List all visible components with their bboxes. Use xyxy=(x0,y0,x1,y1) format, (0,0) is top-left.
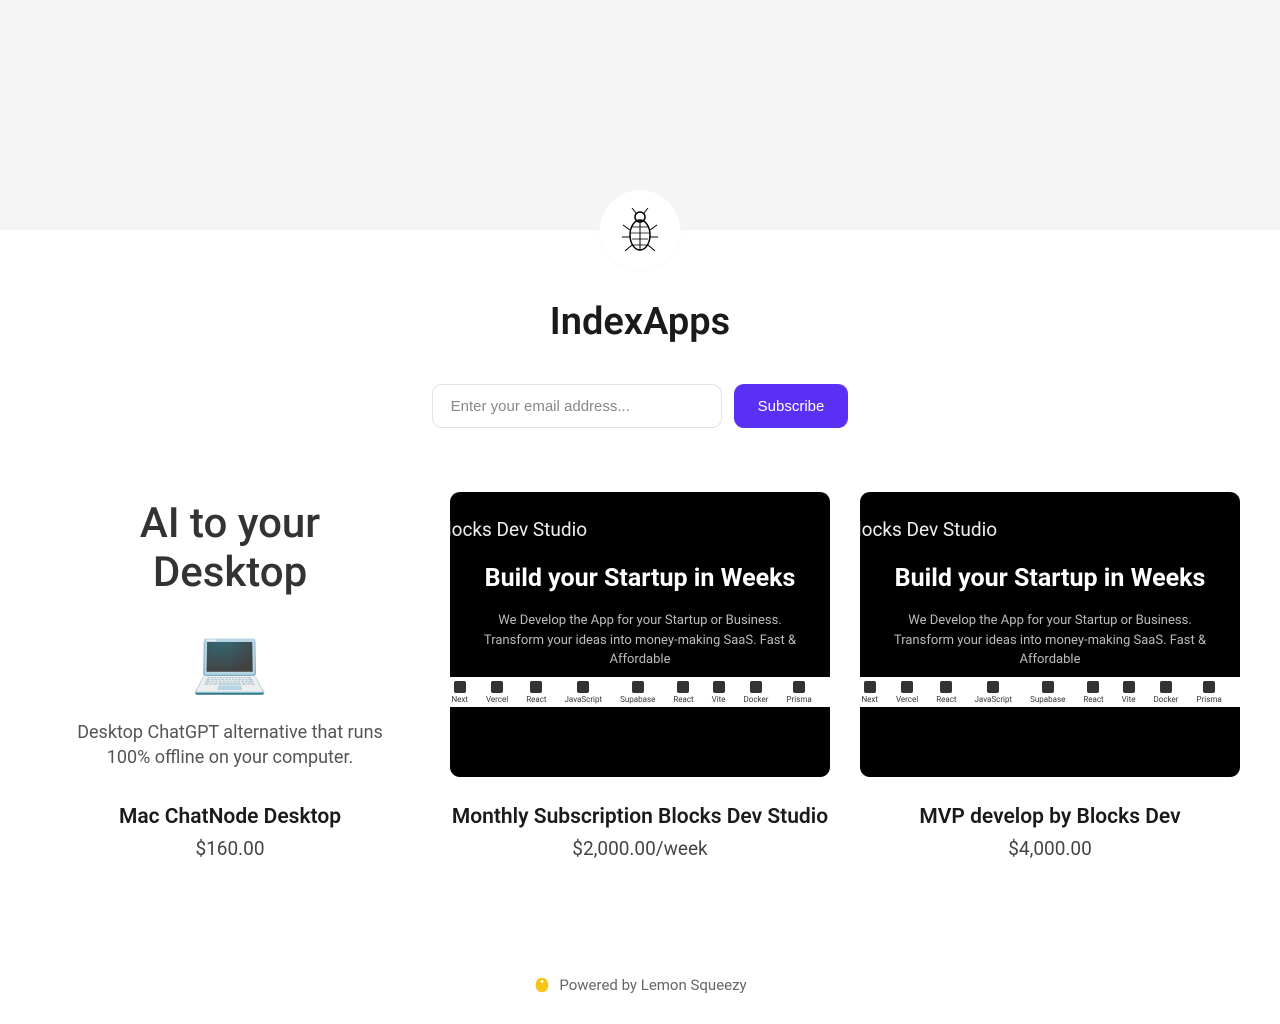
card-desc: We Develop the App for your Startup or B… xyxy=(870,611,1230,670)
beetle-icon xyxy=(620,205,660,255)
subscribe-form: Subscribe xyxy=(0,384,1280,428)
card-headline: Build your Startup in Weeks xyxy=(485,564,796,593)
card-desc: We Develop the App for your Startup or B… xyxy=(460,611,820,670)
studio-label: locks Dev Studio xyxy=(450,518,587,541)
tech-strip: icon OpenAI Next Vercel React JavaScript… xyxy=(450,677,830,707)
product-title: MVP develop by Blocks Dev xyxy=(860,805,1240,829)
hero-banner xyxy=(0,0,1280,230)
card-headline: Build your Startup in Weeks xyxy=(895,564,1206,593)
product-image: AI to your Desktop 💻 Desktop ChatGPT alt… xyxy=(40,492,420,777)
laptop-icon: 💻 xyxy=(191,625,268,698)
product-grid: AI to your Desktop 💻 Desktop ChatGPT alt… xyxy=(0,492,1280,860)
product-card[interactable]: locks Dev Studio Build your Startup in W… xyxy=(860,492,1240,860)
studio-label: locks Dev Studio xyxy=(860,518,997,541)
card-headline: AI to your Desktop xyxy=(60,499,400,597)
product-card[interactable]: AI to your Desktop 💻 Desktop ChatGPT alt… xyxy=(40,492,420,860)
product-image: locks Dev Studio Build your Startup in W… xyxy=(860,492,1240,777)
lemon-icon xyxy=(533,976,551,994)
brand-logo xyxy=(600,190,680,270)
product-image: locks Dev Studio Build your Startup in W… xyxy=(450,492,830,777)
brand-title: IndexApps xyxy=(0,300,1280,344)
tech-strip: icon OpenAI Next Vercel React JavaScript… xyxy=(860,677,1240,707)
product-price: $160.00 xyxy=(40,837,420,860)
product-title: Mac ChatNode Desktop xyxy=(40,805,420,829)
footer[interactable]: Powered by Lemon Squeezy xyxy=(0,976,1280,994)
card-desc: Desktop ChatGPT alternative that runs 10… xyxy=(60,720,400,770)
email-field[interactable] xyxy=(432,384,722,428)
product-title: Monthly Subscription Blocks Dev Studio xyxy=(450,805,830,829)
product-card[interactable]: locks Dev Studio Build your Startup in W… xyxy=(450,492,830,860)
subscribe-button[interactable]: Subscribe xyxy=(734,384,849,428)
product-price: $2,000.00/week xyxy=(450,837,830,860)
main-content: IndexApps Subscribe AI to your Desktop 💻… xyxy=(0,230,1280,860)
footer-text: Powered by Lemon Squeezy xyxy=(559,976,746,994)
product-price: $4,000.00 xyxy=(860,837,1240,860)
